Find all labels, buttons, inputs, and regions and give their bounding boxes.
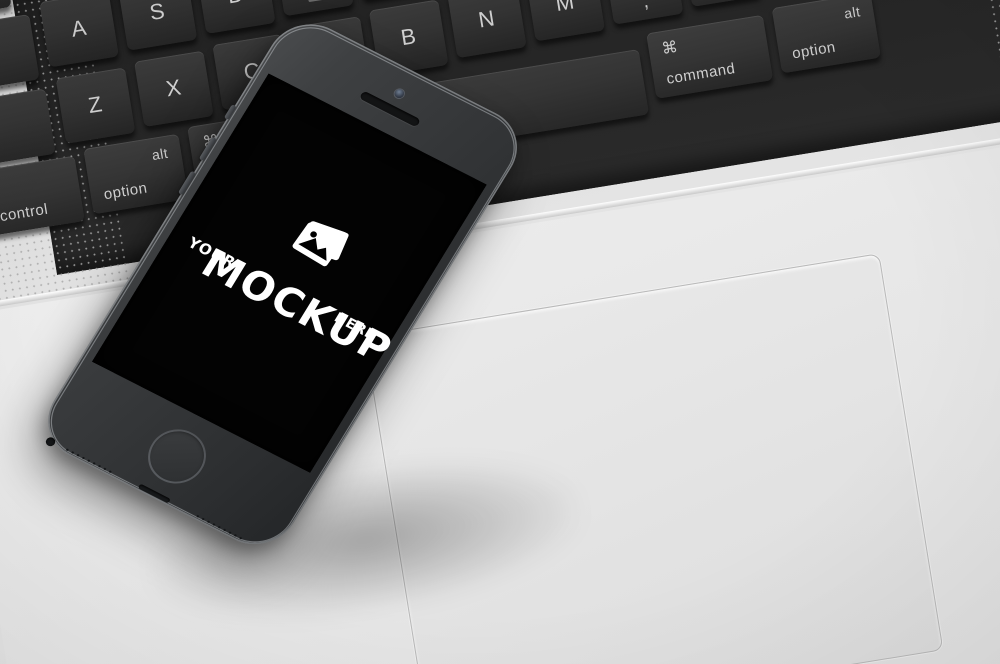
- key-label: control: [0, 200, 50, 226]
- key-label: option: [790, 38, 837, 63]
- key-a[interactable]: A: [39, 0, 119, 68]
- mockup-wordmark: YOUR MOCKUP HERE: [160, 214, 401, 377]
- home-button[interactable]: [137, 419, 217, 494]
- bottom-speaker-grille-right: [193, 512, 245, 543]
- key-x[interactable]: X: [134, 50, 214, 128]
- key-label: M: [553, 0, 577, 17]
- key-label: S: [147, 0, 167, 26]
- earpiece-speaker-icon: [358, 90, 421, 128]
- key-label: D: [199, 0, 272, 14]
- key-label-alt: alt: [150, 144, 170, 164]
- headphone-jack[interactable]: [44, 435, 57, 448]
- bottom-speaker-grille-left: [63, 445, 115, 476]
- mockup-text-mockup: MOCKUP: [193, 241, 401, 374]
- front-camera-icon: [392, 87, 406, 100]
- key-z[interactable]: Z: [55, 67, 136, 144]
- key-label: B: [399, 23, 419, 51]
- key-label: X: [164, 74, 184, 102]
- key-label: N: [476, 5, 497, 33]
- key-label: option: [102, 179, 149, 204]
- key-label: Z: [86, 91, 105, 119]
- key-label-alt: alt: [842, 3, 862, 22]
- photo-scene: tabQWERTYUIOP[caps lockASDFGHJKL:;"'shif…: [0, 0, 1000, 664]
- lightning-port[interactable]: [137, 483, 171, 504]
- key-label: command: [665, 59, 737, 88]
- command-symbol-icon: ⌘: [660, 38, 680, 59]
- key-label: A: [69, 14, 89, 42]
- home-row-bump: [308, 0, 327, 3]
